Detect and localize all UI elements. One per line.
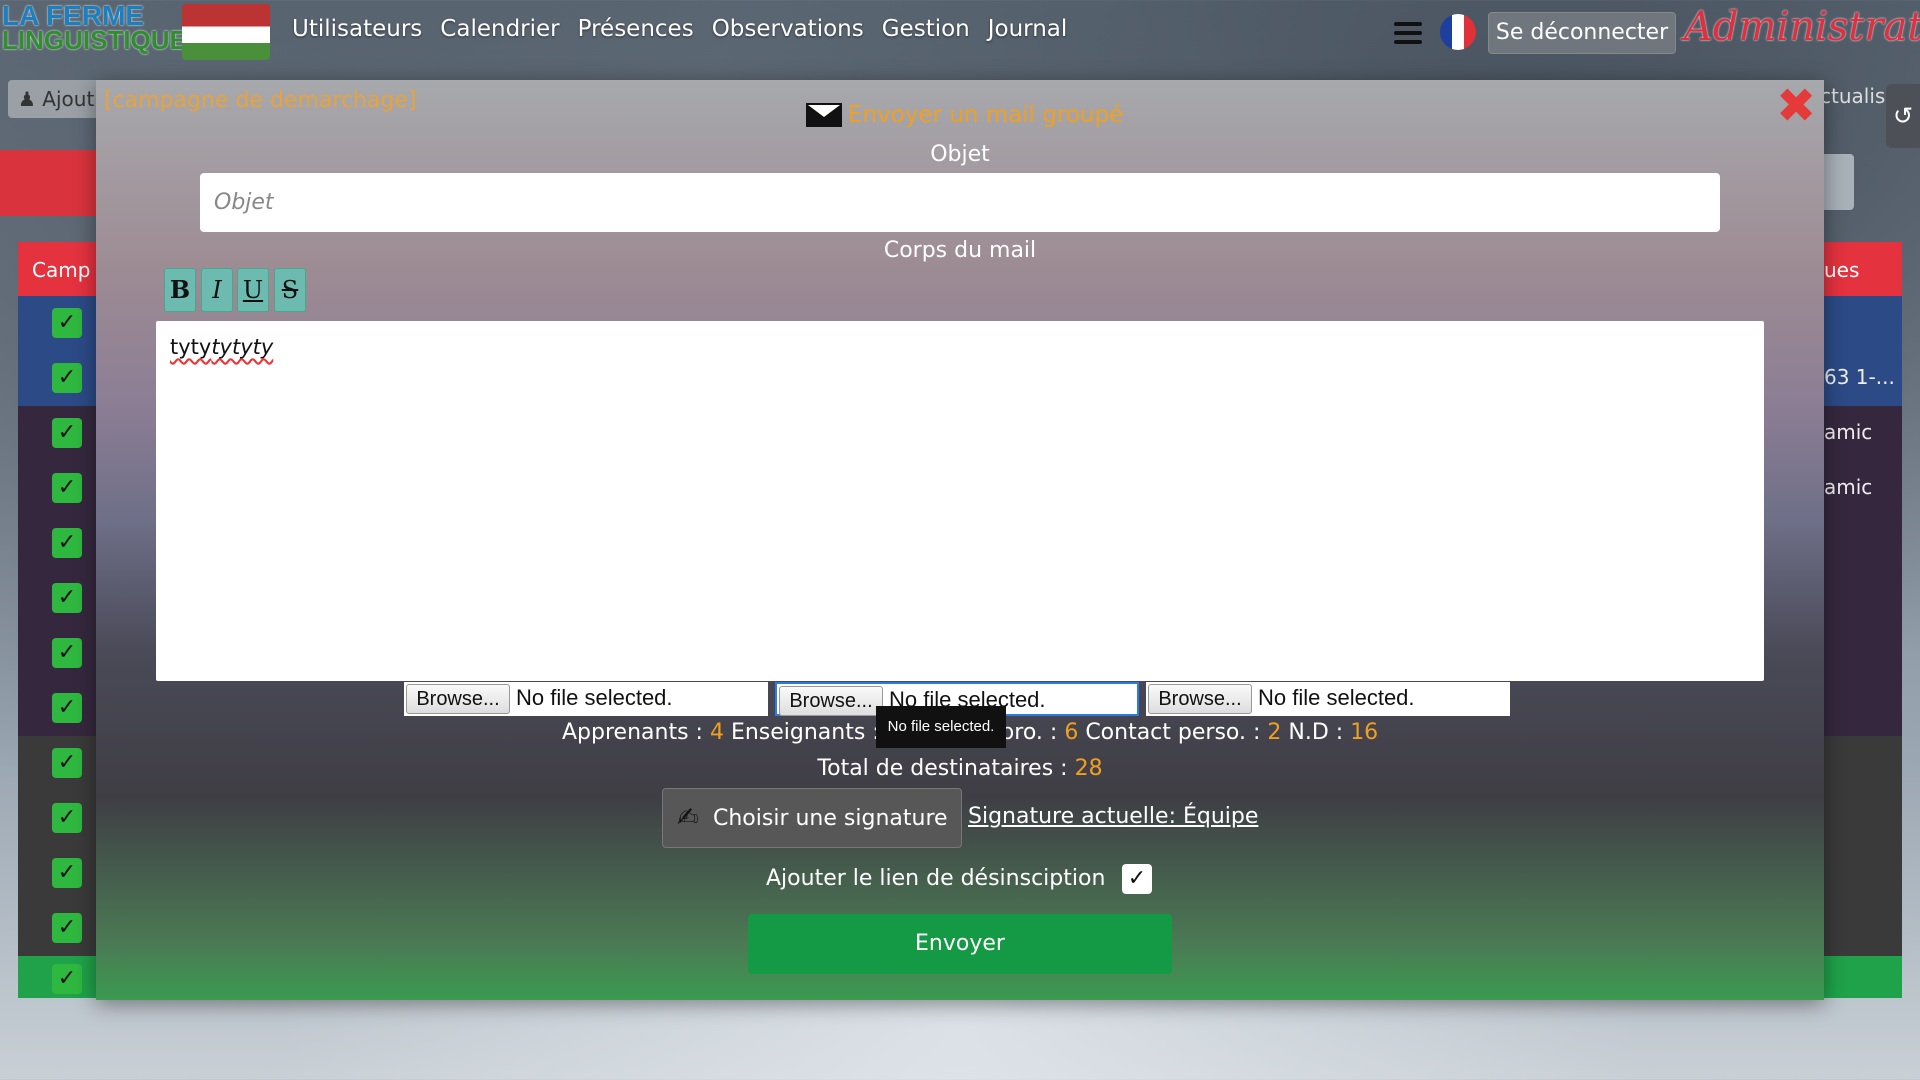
contact-perso-count: 2 <box>1267 720 1282 745</box>
enseignants-label: Enseignants : <box>730 720 880 745</box>
choose-signature-button[interactable]: ✍ Choisir une signature <box>662 788 962 848</box>
history-icon[interactable]: ↺ <box>1886 84 1920 148</box>
row-checkbox[interactable]: ✓ <box>52 693 82 723</box>
subject-input[interactable] <box>200 173 1720 232</box>
nav-observations[interactable]: Observations <box>712 16 864 42</box>
row-checkbox[interactable]: ✓ <box>52 638 82 668</box>
row-checkbox[interactable]: ✓ <box>52 528 82 558</box>
italic-button[interactable]: I <box>201 268 233 312</box>
hamburger-menu-icon[interactable] <box>1394 22 1422 44</box>
modal-title-text: Envoyer un mail groupé <box>848 102 1124 128</box>
add-button-label: Ajout <box>42 87 95 111</box>
nav-utilisateurs[interactable]: Utilisateurs <box>292 16 422 42</box>
row-snippet: 63 1-... <box>1824 365 1895 389</box>
mail-body-editor[interactable]: tytytytyty <box>156 321 1764 681</box>
unsubscribe-label: Ajouter le lien de désinsciption <box>766 866 1106 891</box>
browse-button[interactable]: Browse... <box>406 684 510 714</box>
browse-button[interactable]: Browse... <box>1148 684 1252 714</box>
total-count: 28 <box>1074 756 1103 781</box>
contact-perso-label: Contact perso. : <box>1085 720 1261 745</box>
role-label: Administrateur <box>1684 4 1920 50</box>
signature-pen-icon: ✍ <box>677 803 699 833</box>
row-checkbox[interactable]: ✓ <box>52 803 82 833</box>
french-flag-icon[interactable] <box>1440 14 1476 50</box>
modal-title: Envoyer un mail groupé <box>806 102 1123 128</box>
logo-line-2: LINGUISTIQUE <box>2 25 187 55</box>
bold-button[interactable]: B <box>164 268 196 312</box>
attachment-input-1[interactable]: Browse... No file selected. <box>404 682 768 716</box>
nd-count: 16 <box>1350 720 1379 745</box>
apprenants-count: 4 <box>709 720 724 745</box>
campaign-label: [campagne de demarchage] <box>104 88 417 113</box>
attachment-input-3[interactable]: Browse... No file selected. <box>1146 682 1510 716</box>
nav-presences[interactable]: Présences <box>578 16 694 42</box>
mail-body-text: tytytytyty <box>170 335 273 359</box>
logout-button[interactable]: Se déconnecter <box>1488 12 1676 54</box>
body-label: Corps du mail <box>883 238 1037 263</box>
nav-gestion[interactable]: Gestion <box>882 16 970 42</box>
file-status: No file selected. <box>1258 685 1415 710</box>
row-snippet: amic <box>1824 420 1873 444</box>
total-recipients: Total de destinataires : 28 <box>0 756 1920 781</box>
row-checkbox[interactable]: ✓ <box>52 308 82 338</box>
refresh-label[interactable]: ctualis <box>1820 84 1885 108</box>
close-icon[interactable]: ✖ <box>1776 82 1816 130</box>
subject-label: Objet <box>930 142 990 167</box>
users-icon: ♟ <box>18 87 36 111</box>
choose-signature-label: Choisir une signature <box>713 806 948 831</box>
row-checkbox[interactable]: ✓ <box>52 583 82 613</box>
top-navigation-bar: LA FERME LINGUISTIQUE Utilisateurs Calen… <box>0 0 1920 64</box>
current-signature-link[interactable]: Signature actuelle: Équipe <box>968 804 1258 829</box>
unsubscribe-checkbox[interactable]: ✓ <box>1122 864 1152 894</box>
nd-label: N.D : <box>1288 720 1344 745</box>
envelope-icon <box>806 103 842 127</box>
file-status: No file selected. <box>516 685 673 710</box>
total-label: Total de destinataires : <box>817 756 1068 781</box>
row-checkbox[interactable]: ✓ <box>52 473 82 503</box>
row-checkbox[interactable]: ✓ <box>52 418 82 448</box>
main-nav: Utilisateurs Calendrier Présences Observ… <box>292 16 1067 42</box>
nav-calendrier[interactable]: Calendrier <box>440 16 559 42</box>
nav-journal[interactable]: Journal <box>988 16 1068 42</box>
row-snippet: amic <box>1824 475 1873 499</box>
mail-body-italic: tytyty <box>211 335 274 359</box>
send-button[interactable]: Envoyer <box>748 914 1172 974</box>
file-tooltip: No file selected. <box>876 706 1006 748</box>
row-checkbox[interactable]: ✓ <box>52 964 82 994</box>
site-logo[interactable]: LA FERME LINGUISTIQUE <box>2 2 272 60</box>
underline-button[interactable]: U <box>237 268 269 312</box>
browse-button[interactable]: Browse... <box>779 686 883 716</box>
row-checkbox[interactable]: ✓ <box>52 363 82 393</box>
farmhouse-logo-icon <box>182 4 270 60</box>
contact-pro-count: 6 <box>1064 720 1079 745</box>
mail-body-plain: tyty <box>170 335 212 359</box>
logo-text: LA FERME LINGUISTIQUE <box>2 2 187 55</box>
row-checkbox[interactable]: ✓ <box>52 913 82 943</box>
row-checkbox[interactable]: ✓ <box>52 858 82 888</box>
strikethrough-button[interactable]: S <box>274 268 306 312</box>
apprenants-label: Apprenants : <box>562 720 703 745</box>
